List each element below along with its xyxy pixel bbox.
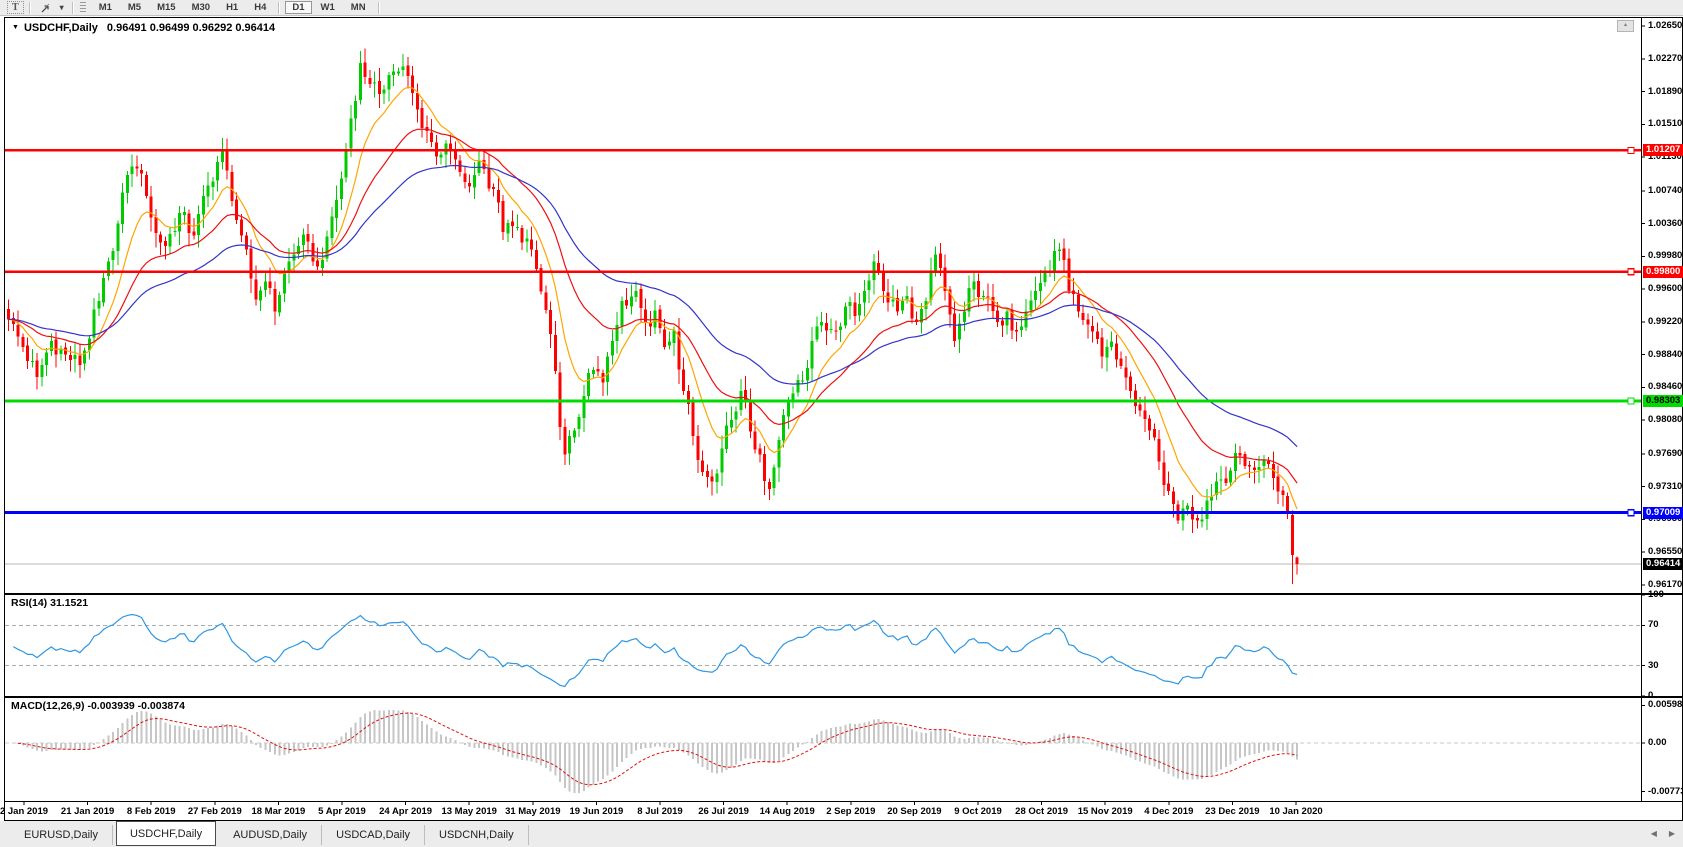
price-tick-label: 0.97690 [1648, 448, 1682, 459]
ohlc-values: 0.96491 0.96499 0.96292 0.96414 [107, 22, 275, 34]
chart-tabbar: EURUSD,DailyUSDCHF,DailyAUDUSD,DailyUSDC… [0, 821, 1683, 847]
date-tick-label: 28 Oct 2019 [1015, 806, 1068, 817]
price-tick-label: 1.00360 [1648, 218, 1682, 229]
timeframe-button-m15[interactable]: M15 [150, 1, 182, 14]
timeframe-button-m1[interactable]: M1 [92, 1, 119, 14]
tab-usdchf-daily[interactable]: USDCHF,Daily [116, 821, 216, 846]
timeframe-button-m30[interactable]: M30 [185, 1, 217, 14]
price-tick-label: 0.99220 [1648, 316, 1682, 327]
chart-window: ▼ USDCHF,Daily 0.96491 0.96499 0.96292 0.9… [4, 17, 1683, 821]
price-line-label: 0.97009 [1643, 507, 1683, 519]
macd-axis-label: -0.007737 [1648, 786, 1683, 797]
timeframe-button-h4[interactable]: H4 [247, 1, 273, 14]
tab-usdcnh-daily[interactable]: USDCNH,Daily [425, 825, 529, 845]
rsi-name: RSI(14) [11, 597, 47, 609]
rsi-axis-label: 30 [1648, 660, 1659, 671]
price-tick-label: 1.00740 [1648, 185, 1682, 196]
timeframe-button-group: M1M5M15M30H1H4 D1W1MN [91, 1, 384, 14]
tab-usdcad-daily[interactable]: USDCAD,Daily [322, 825, 425, 845]
toolbar-grip[interactable] [80, 2, 86, 14]
price-tick-label: 0.98460 [1648, 381, 1682, 392]
timeframe-button-mn[interactable]: MN [344, 1, 373, 14]
diagonal-arrows-icon [39, 2, 52, 14]
toolbar-separator [29, 2, 31, 14]
price-line-label: 1.01207 [1643, 144, 1683, 156]
date-tick-label: 2 Jan 2019 [0, 806, 48, 817]
macd-label: MACD(12,26,9) -0.003939 -0.003874 [11, 700, 185, 712]
price-tick-label: 1.02650 [1648, 20, 1682, 31]
price-line-label: 0.98303 [1643, 395, 1683, 407]
price-tick-label: 0.98840 [1648, 349, 1682, 360]
toolbar: T ▾ M1M5M15M30H1H4 D1W1MN [0, 0, 1683, 16]
price-line-label: 0.99800 [1643, 266, 1683, 278]
date-tick-label: 23 Dec 2019 [1205, 806, 1259, 817]
tab-scroll-right-icon[interactable]: ▶ [1669, 829, 1675, 838]
price-tick-label: 1.01510 [1648, 118, 1682, 129]
date-tick-label: 31 May 2019 [505, 806, 560, 817]
date-tick-label: 14 Aug 2019 [760, 806, 815, 817]
price-tick-label: 0.98080 [1648, 414, 1682, 425]
date-tick-label: 2 Sep 2019 [826, 806, 875, 817]
timeframe-button-m5[interactable]: M5 [121, 1, 148, 14]
tool-dropdown-caret[interactable]: ▾ [57, 1, 67, 14]
date-tick-label: 10 Jan 2020 [1269, 806, 1322, 817]
tab-nav: ◀ ▶ [1651, 829, 1675, 838]
date-tick-label: 5 Apr 2019 [318, 806, 366, 817]
tab-audusd-daily[interactable]: AUDUSD,Daily [219, 825, 322, 845]
toolbar-separator [378, 2, 380, 14]
toolbar-separator [72, 2, 74, 14]
date-tick-label: 8 Jul 2019 [637, 806, 682, 817]
date-tick-label: 18 Mar 2019 [251, 806, 305, 817]
date-tick-label: 8 Feb 2019 [127, 806, 176, 817]
date-tick-label: 9 Oct 2019 [954, 806, 1002, 817]
rsi-axis-label: 100 [1648, 589, 1664, 600]
rsi-axis-label: 70 [1648, 619, 1659, 630]
date-tick-label: 13 May 2019 [441, 806, 496, 817]
macd-axis-label: 0.00 [1648, 737, 1667, 748]
toolbar-separator [278, 2, 280, 14]
tab-list: EURUSD,DailyUSDCHF,DailyAUDUSD,DailyUSDC… [10, 821, 529, 847]
price-tick-label: 1.02270 [1648, 53, 1682, 64]
collapse-triangle-icon[interactable]: ▼ [12, 24, 19, 31]
date-tick-label: 4 Dec 2019 [1144, 806, 1193, 817]
rsi-value: 31.1521 [50, 597, 88, 609]
tab-eurusd-daily[interactable]: EURUSD,Daily [10, 825, 113, 845]
tab-scroll-left-icon[interactable]: ◀ [1651, 829, 1657, 838]
scroll-up-icon[interactable]: ▴ [1617, 20, 1634, 32]
macd-name: MACD(12,26,9) [11, 700, 85, 712]
price-tick-label: 0.96550 [1648, 546, 1682, 557]
date-tick-label: 21 Jan 2019 [61, 806, 114, 817]
timeframe-button-d1[interactable]: D1 [285, 1, 311, 14]
date-tick-label: 20 Sep 2019 [887, 806, 941, 817]
date-tick-label: 19 Jun 2019 [569, 806, 623, 817]
date-tick-label: 15 Nov 2019 [1078, 806, 1133, 817]
arrange-arrows-icon[interactable] [36, 1, 55, 14]
date-tick-label: 24 Apr 2019 [379, 806, 432, 817]
terminal-screen: T ▾ M1M5M15M30H1H4 D1W1MN ▼ USDCHF,Daily 0.… [0, 0, 1683, 847]
current-price-label: 0.96414 [1643, 558, 1683, 570]
macd-axis-label: 0.005986 [1648, 699, 1683, 710]
timeframe-button-w1[interactable]: W1 [314, 1, 342, 14]
text-tool-button[interactable]: T [7, 1, 24, 14]
symbol-label: USDCHF,Daily [24, 22, 98, 34]
date-tick-label: 27 Feb 2019 [188, 806, 242, 817]
rsi-label: RSI(14) 31.1521 [11, 597, 88, 609]
price-chart-canvas[interactable] [5, 18, 1682, 820]
price-tick-label: 0.99980 [1648, 250, 1682, 261]
chart-title: ▼ USDCHF,Daily 0.96491 0.96499 0.96292 0.9… [12, 22, 275, 34]
macd-values: -0.003939 -0.003874 [87, 700, 185, 712]
price-tick-label: 1.01890 [1648, 86, 1682, 97]
date-tick-label: 26 Jul 2019 [698, 806, 749, 817]
price-tick-label: 0.97310 [1648, 481, 1682, 492]
price-tick-label: 0.99600 [1648, 283, 1682, 294]
timeframe-button-h1[interactable]: H1 [219, 1, 245, 14]
